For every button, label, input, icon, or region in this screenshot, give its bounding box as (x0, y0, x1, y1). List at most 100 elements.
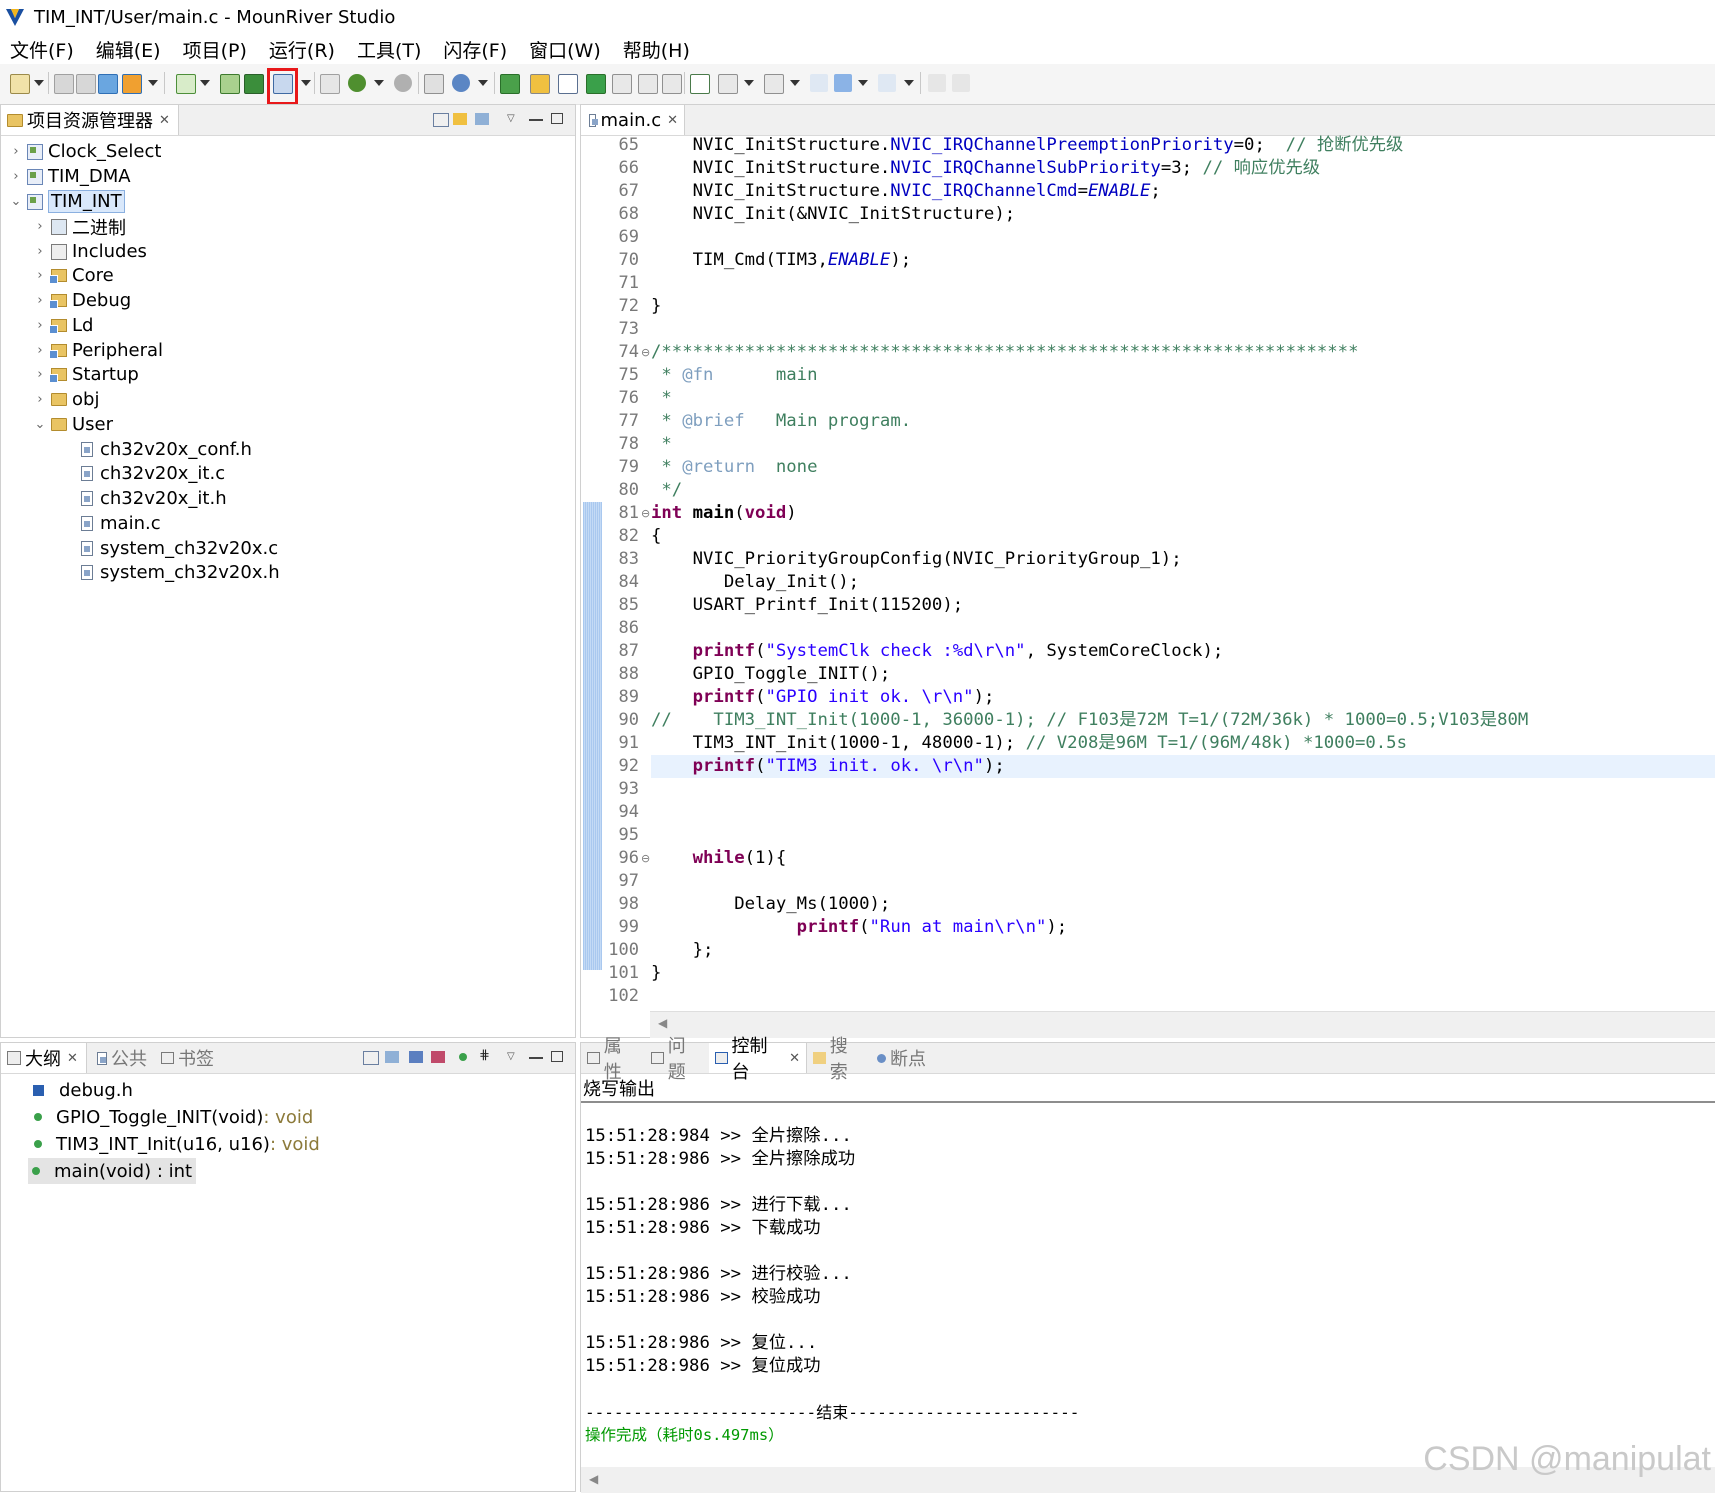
filter-icon[interactable] (475, 113, 489, 125)
menu-flash[interactable]: 闪存(F) (443, 36, 507, 63)
menu-edit[interactable]: 编辑(E) (96, 36, 161, 63)
tree-item-file[interactable]: system_ch32v20x.h (79, 560, 280, 585)
build-dropdown-icon[interactable] (200, 80, 210, 86)
expand-arrow-icon[interactable]: › (33, 244, 47, 259)
code-line[interactable]: * @fn main (651, 364, 817, 387)
code-line[interactable]: NVIC_Init(&NVIC_InitStructure); (651, 203, 1016, 226)
forward-dropdown-icon[interactable] (904, 80, 914, 86)
outline-item-function[interactable]: GPIO_Toggle_INIT(void) : void (30, 1104, 313, 1130)
expand-arrow-icon[interactable]: › (33, 219, 47, 234)
hide-fields-icon[interactable] (409, 1051, 423, 1063)
grid-icon[interactable] (122, 74, 142, 94)
tree-item-binaries[interactable]: › 二进制 (33, 214, 126, 239)
back-icon[interactable] (834, 74, 852, 92)
back-dropdown-icon[interactable] (858, 80, 868, 86)
tree-item-file[interactable]: ch32v20x_conf.h (79, 437, 252, 462)
code-line[interactable]: }; (651, 939, 714, 962)
expand-arrow-icon[interactable]: › (9, 144, 23, 159)
debug-icon[interactable] (348, 74, 366, 92)
tab-properties[interactable]: 属性 (581, 1036, 645, 1083)
code-line[interactable]: NVIC_InitStructure.NVIC_IRQChannelPreemp… (651, 134, 1404, 157)
code-line[interactable]: while(1){ (651, 847, 787, 870)
tab-outline[interactable]: 大纲 ✕ (1, 1043, 87, 1073)
collapse-arrow-icon[interactable]: ⌄ (9, 194, 23, 209)
stop-icon[interactable] (530, 74, 550, 94)
fold-toggle-icon[interactable]: ⊖ (641, 341, 650, 364)
tree-item-obj[interactable]: › obj (33, 387, 99, 412)
scroll-left-icon[interactable]: ◀ (658, 1016, 667, 1030)
hide-nonpublic-icon[interactable] (459, 1053, 467, 1061)
unpin-icon[interactable] (952, 74, 970, 92)
code-line[interactable]: int main(void) (651, 502, 797, 525)
view-menu-icon[interactable]: ▽ (507, 1051, 521, 1063)
tree-item-tim-dma[interactable]: › TIM_DMA (9, 164, 130, 189)
menu-tools[interactable]: 工具(T) (357, 36, 421, 63)
sort-icon[interactable] (385, 1051, 399, 1063)
scroll-left-icon[interactable]: ◀ (589, 1472, 598, 1486)
new-dropdown-icon[interactable] (34, 80, 44, 86)
tree-item-peripheral[interactable]: › Peripheral (33, 338, 163, 363)
bug-icon[interactable] (394, 74, 412, 92)
code-line[interactable]: NVIC_PriorityGroupConfig(NVIC_PriorityGr… (651, 548, 1182, 571)
code-line[interactable]: printf("Run at main\r\n"); (651, 916, 1068, 939)
expand-arrow-icon[interactable]: › (33, 293, 47, 308)
code-line[interactable]: Delay_Ms(1000); (651, 893, 890, 916)
tree-item-file[interactable]: ch32v20x_it.h (79, 486, 227, 511)
new-icon[interactable] (10, 74, 30, 94)
close-icon[interactable]: ✕ (667, 113, 678, 128)
tab-search[interactable]: 搜索 (807, 1036, 871, 1083)
tree-item-ld[interactable]: › Ld (33, 313, 93, 338)
code-line[interactable]: } (651, 962, 661, 985)
view-menu-icon[interactable]: ▽ (507, 113, 521, 125)
menu-run[interactable]: 运行(R) (269, 36, 335, 63)
maximize-icon[interactable] (551, 1051, 563, 1062)
comment-icon[interactable] (662, 74, 682, 94)
code-line[interactable]: NVIC_InitStructure.NVIC_IRQChannelSubPri… (651, 157, 1320, 180)
link-editor-icon[interactable] (453, 113, 467, 125)
close-icon[interactable]: ✕ (159, 113, 170, 128)
expand-arrow-icon[interactable]: › (33, 367, 47, 382)
minimize-icon[interactable] (529, 1057, 543, 1059)
debug-dropdown-icon[interactable] (374, 80, 384, 86)
tab-common[interactable]: 公共 (89, 1043, 155, 1073)
maximize-icon[interactable] (551, 113, 563, 124)
save-all-icon[interactable] (76, 74, 96, 94)
layers-icon[interactable] (244, 74, 264, 94)
erase-icon[interactable] (320, 74, 340, 94)
code-line[interactable]: * @brief Main program. (651, 410, 911, 433)
code-line[interactable]: /***************************************… (651, 341, 1359, 364)
outline-item-function-selected[interactable]: main(void) : int (28, 1158, 197, 1184)
search-icon[interactable] (452, 74, 470, 92)
last-edit-icon[interactable] (810, 74, 828, 92)
code-line[interactable]: USART_Printf_Init(115200); (651, 594, 964, 617)
code-line[interactable]: printf("SystemClk check :%d\r\n", System… (651, 640, 1224, 663)
code-line[interactable]: TIM_Cmd(TIM3,ENABLE); (651, 249, 912, 272)
outline-item-function[interactable]: TIM3_INT_Init(u16, u16) : void (30, 1131, 320, 1157)
pin-icon[interactable] (928, 74, 946, 92)
expand-arrow-icon[interactable]: › (33, 268, 47, 283)
editor-horizontal-scrollbar[interactable]: ◀ (650, 1011, 1715, 1038)
code-line[interactable]: * (651, 387, 671, 410)
tab-console[interactable]: 控制台 ✕ (709, 1036, 807, 1083)
menu-project[interactable]: 项目(P) (183, 36, 247, 63)
tree-item-core[interactable]: › Core (33, 263, 113, 288)
expand-arrow-icon[interactable]: › (33, 343, 47, 358)
calendar-icon[interactable] (98, 74, 118, 94)
menu-window[interactable]: 窗口(W) (529, 36, 601, 63)
annotation-dropdown-icon[interactable] (744, 80, 754, 86)
next-annotation-icon[interactable] (764, 74, 784, 94)
expand-arrow-icon[interactable]: › (33, 392, 47, 407)
step-icon[interactable] (586, 74, 606, 94)
tree-item-file[interactable]: main.c (79, 511, 161, 536)
close-icon[interactable]: ✕ (789, 1051, 800, 1066)
indent-icon[interactable] (612, 74, 632, 94)
build-icon[interactable] (176, 74, 196, 94)
next-annotation-dropdown-icon[interactable] (790, 80, 800, 86)
code-line[interactable]: GPIO_Toggle_INIT(); (651, 663, 891, 686)
minimize-icon[interactable] (529, 119, 543, 121)
tree-item-user[interactable]: ⌄ User (33, 412, 113, 437)
tab-project-explorer[interactable]: 项目资源管理器 ✕ (1, 105, 179, 135)
code-line[interactable]: NVIC_InitStructure.NVIC_IRQChannelCmd=EN… (651, 180, 1161, 203)
fold-toggle-icon[interactable]: ⊖ (641, 847, 650, 870)
tab-bookmarks[interactable]: 书签 (155, 1043, 225, 1073)
